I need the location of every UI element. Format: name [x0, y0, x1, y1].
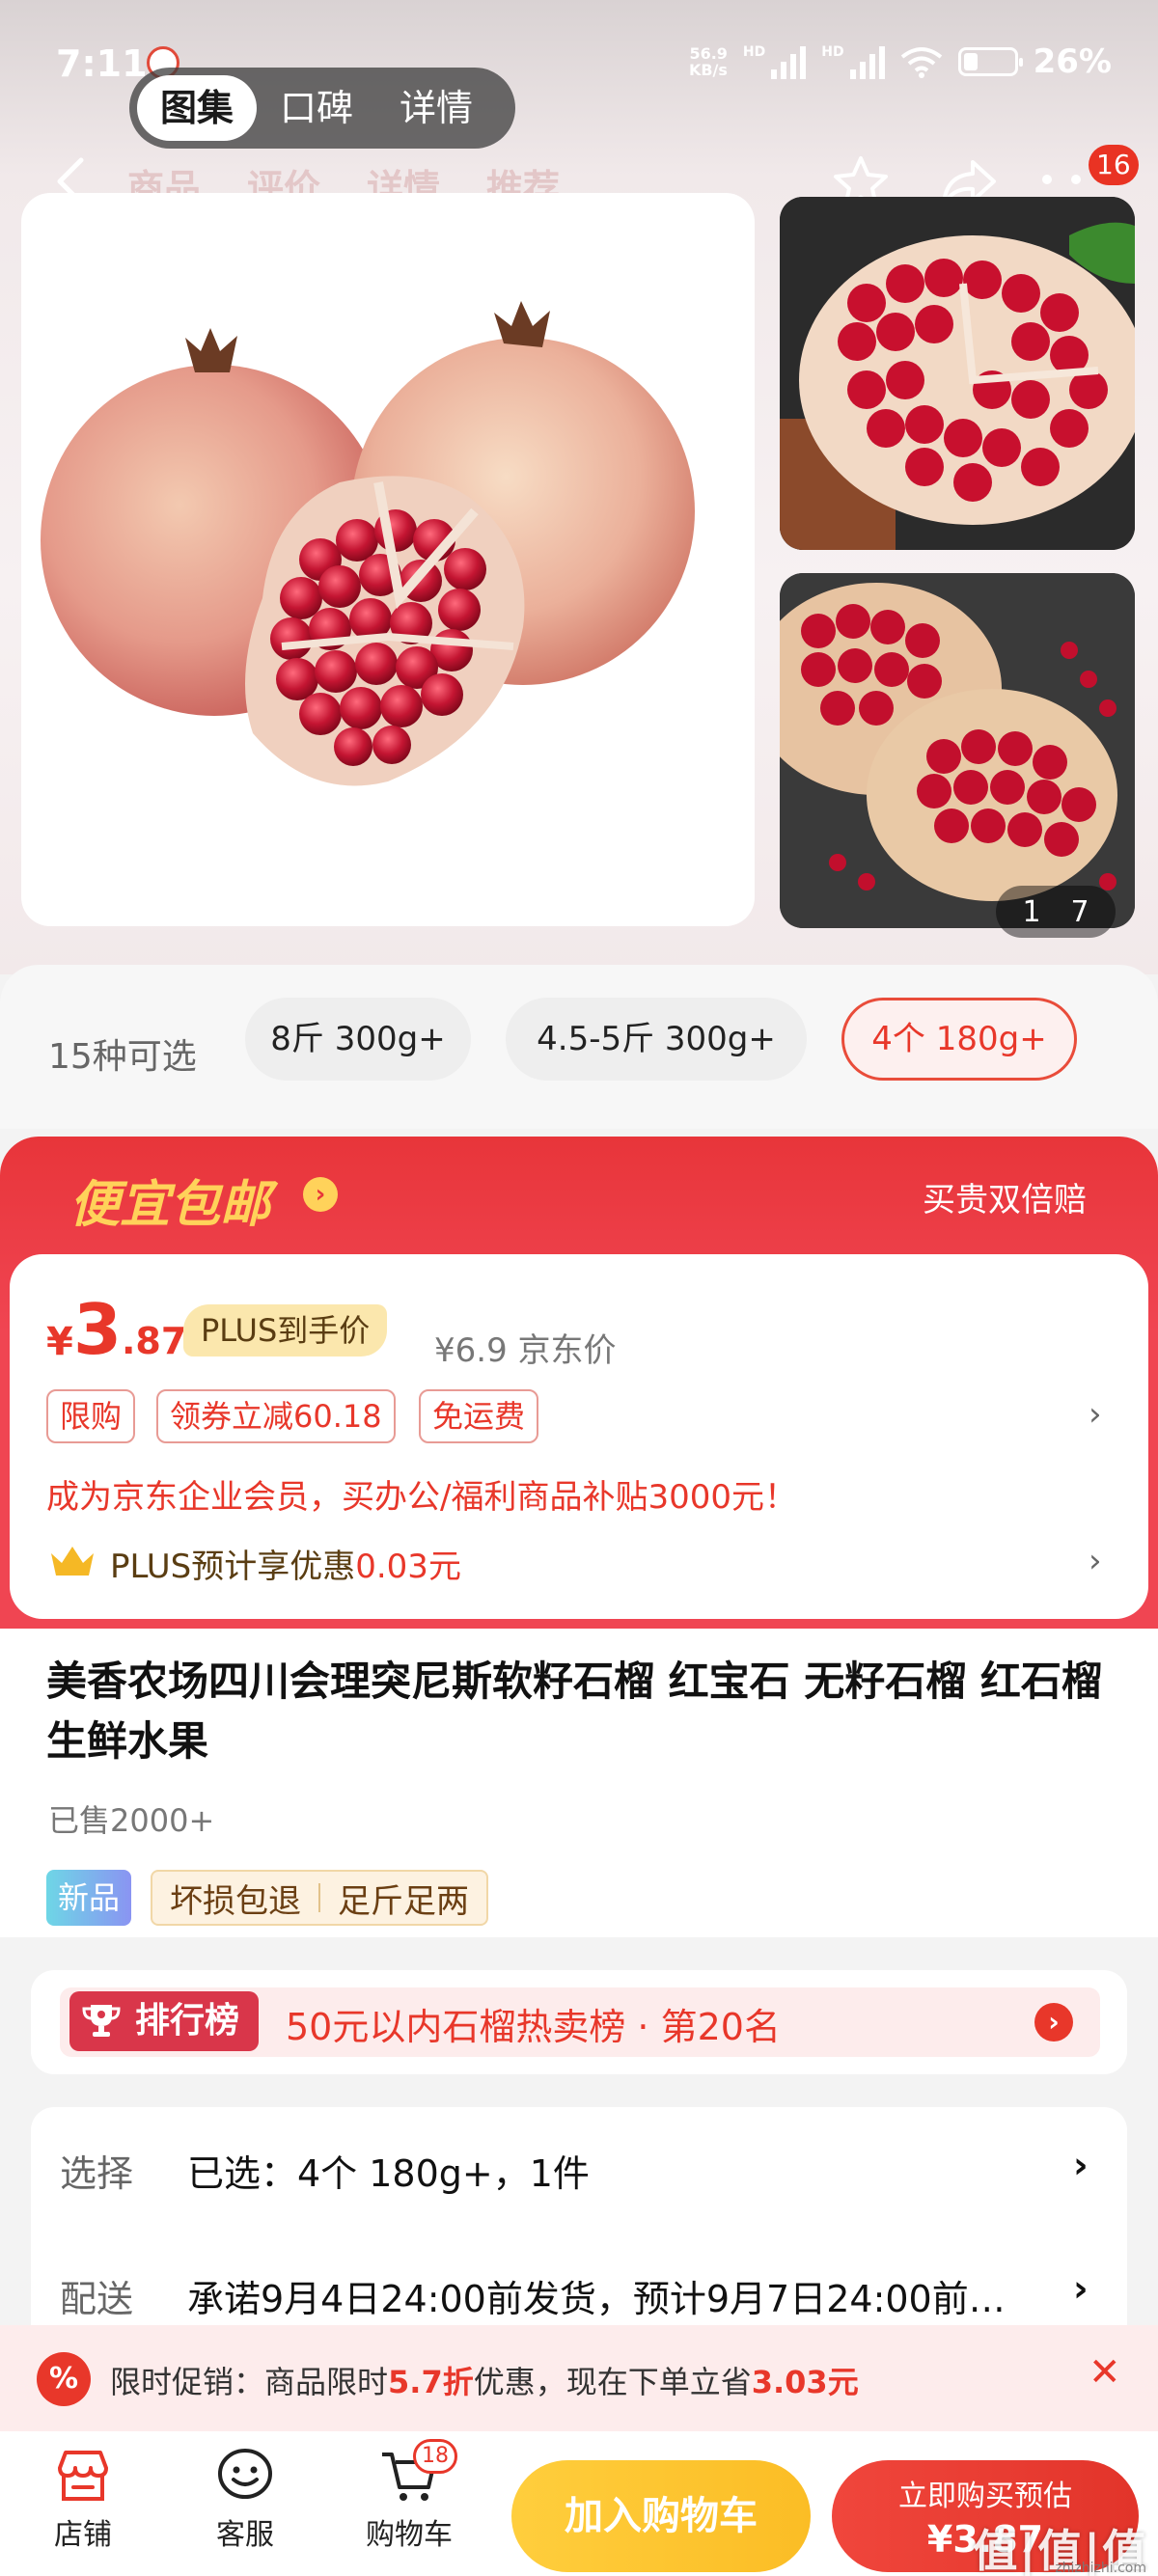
shop-icon [58, 2451, 108, 2501]
chevron-right-icon[interactable]: › [1089, 1542, 1102, 1580]
trophy-icon [82, 2005, 121, 2037]
discount-icon: % [37, 2352, 91, 2406]
price-guarantee[interactable]: 买贵双倍赔 [923, 1173, 1087, 1220]
battery-level: 26% [1033, 42, 1112, 81]
thumbnail-image-1[interactable] [780, 197, 1135, 550]
promo-tag-free-shipping: 免运费 [419, 1389, 539, 1443]
add-to-cart-button[interactable]: 加入购物车 [511, 2460, 811, 2572]
image-counter: 1 7 [996, 886, 1116, 938]
ranking-text: 50元以内石榴热卖榜 · 第20名 [286, 2006, 781, 2048]
chevron-right-icon[interactable]: › [1089, 1395, 1102, 1434]
shipping-label: 配送 [60, 2278, 134, 2320]
image-counter-current: 1 [1022, 894, 1041, 929]
cart-count-badge: 18 [413, 2439, 457, 2474]
service-label: 客服 [216, 2518, 274, 2552]
message-badge: 16 [1089, 145, 1139, 185]
promo-tag-limit: 限购 [46, 1389, 136, 1443]
new-product-tag: 新品 [46, 1870, 132, 1926]
plus-price-tag: PLUS到手价 [183, 1304, 388, 1357]
shop-button[interactable]: 店铺 [25, 2447, 141, 2553]
view-tab-reviews[interactable]: 口碑 [257, 75, 376, 141]
variant-chip[interactable]: 8斤 300g+ [245, 998, 471, 1081]
battery-icon [957, 47, 1023, 76]
select-label: 选择 [60, 2152, 134, 2195]
price-currency: ¥ [46, 1320, 73, 1364]
plus-savings[interactable]: PLUS预计享优惠0.03元 [110, 1540, 461, 1587]
shipping-value[interactable]: 承诺9月4日24:00前发货，预计9月7日24:00前送达 [187, 2269, 1036, 2322]
status-time: 7:11 [56, 42, 148, 85]
chevron-right-icon[interactable]: › [1034, 2003, 1073, 2042]
service-tag: 坏损包退 [170, 1881, 301, 1921]
sold-count: 已售2000+ [48, 1802, 215, 1839]
variant-chip-selected[interactable]: 4个 180g+ [841, 998, 1077, 1081]
view-switch: 图集 口碑 详情 [129, 68, 515, 149]
network-speed: 56.9 KB/s [688, 44, 728, 79]
chevron-right-icon[interactable]: › [1073, 2144, 1089, 2186]
chat-face-icon [218, 2449, 272, 2499]
close-icon[interactable]: ✕ [1089, 2350, 1121, 2395]
variant-chip[interactable]: 4.5-5斤 300g+ [506, 998, 807, 1081]
wifi-icon [900, 47, 942, 78]
chevron-right-icon[interactable]: › [303, 1177, 338, 1212]
price-integer: 3 [73, 1289, 123, 1370]
site-watermark-url: zhizhizhi.com [1055, 2561, 1146, 2576]
crown-icon [51, 1547, 94, 1576]
image-counter-total: 7 [1070, 894, 1089, 929]
shop-label: 店铺 [54, 2518, 112, 2552]
view-tab-details[interactable]: 详情 [376, 75, 496, 141]
main-product-image[interactable] [21, 193, 755, 926]
deal-title[interactable]: 便宜包邮 [69, 1164, 270, 1236]
price-decimal: .87 [122, 1320, 187, 1362]
enterprise-member-promo[interactable]: 成为京东企业会员，买办公/福利商品补贴3000元！ [46, 1470, 797, 1518]
thumbnail-image-2[interactable] [780, 573, 1135, 928]
buy-now-label: 立即购买预估 [898, 2480, 1072, 2513]
customer-service-button[interactable]: 客服 [187, 2447, 303, 2553]
signal-icon-2: HD [821, 44, 885, 79]
product-title: 美香农场四川会理突尼斯软籽石榴 红宝石 无籽石榴 红石榴 生鲜水果 [46, 1658, 1102, 1765]
status-indicators: 56.9 KB/s HD HD 26% [689, 42, 1112, 81]
cart-label: 购物车 [366, 2518, 453, 2552]
promo-text: 限时促销：商品限时5.7折优惠，现在下单立省3.03元 [110, 2364, 859, 2400]
select-value[interactable]: 已选：4个 180g+，1件 [187, 2144, 590, 2197]
service-tags[interactable]: 坏损包退 足斤足两 [151, 1870, 488, 1926]
variant-count[interactable]: 15种可选 [48, 1028, 197, 1079]
service-tag: 足斤足两 [338, 1881, 469, 1921]
jd-price: ¥6.9 京东价 [434, 1331, 617, 1370]
signal-icon: HD [743, 44, 807, 79]
promo-tag-coupon[interactable]: 领券立减60.18 [156, 1389, 396, 1443]
chevron-right-icon[interactable]: › [1073, 2267, 1089, 2310]
view-tab-gallery[interactable]: 图集 [137, 75, 258, 141]
